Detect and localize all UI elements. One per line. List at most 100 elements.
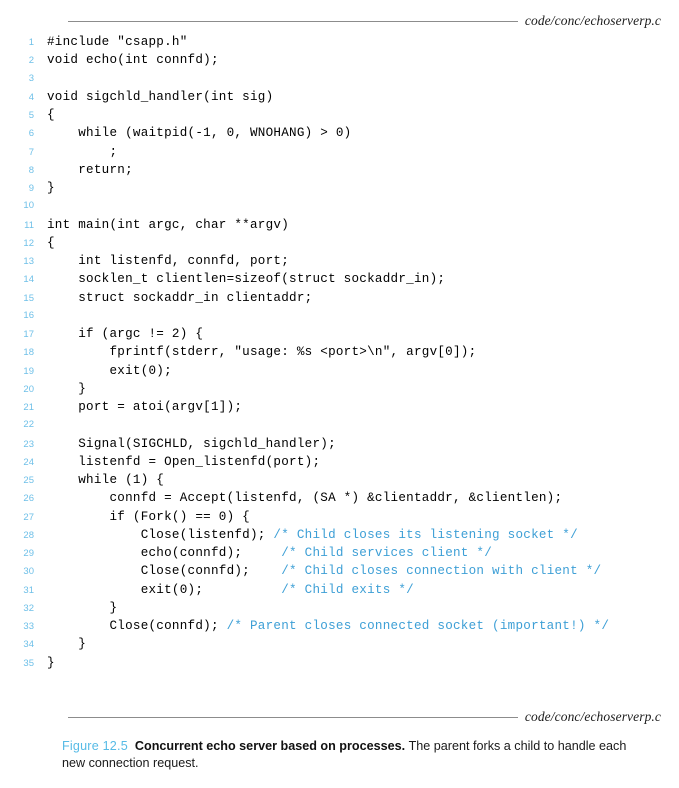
line-number: 24: [23, 456, 34, 468]
code-source: int main(int argc, char **argv): [47, 217, 290, 232]
code-source: struct sockaddr_in clientaddr;: [47, 290, 313, 305]
line-number: 1: [28, 37, 34, 48]
line-number: 13: [23, 256, 34, 267]
line-number: 6: [28, 128, 34, 140]
code-source: void sigchld_handler(int sig): [47, 89, 274, 104]
line-number: 29: [23, 548, 34, 559]
line-number: 31: [23, 584, 34, 596]
code-text: void sigchld_handler(int sig): [34, 88, 679, 106]
code-line: 3: [0, 70, 679, 88]
code-comment: /* Child closes connection with client *…: [281, 564, 602, 579]
code-line: 15 struct sockaddr_in clientaddr;: [0, 289, 679, 307]
code-line: 30 Close(connfd); /* Child closes connec…: [0, 562, 679, 580]
line-number: 28: [23, 529, 34, 541]
code-comment: /* Child services client */: [281, 546, 493, 560]
code-text: return;: [34, 161, 679, 179]
code-line: 25 while (1) {: [0, 471, 679, 489]
code-source: connfd = Accept(listenfd, (SA *) &client…: [47, 491, 563, 506]
code-source: Signal(SIGCHLD, sigchld_handler);: [47, 436, 336, 451]
horizontal-rule: [68, 716, 518, 718]
code-line: 11 int main(int argc, char **argv): [0, 216, 679, 234]
line-number: 34: [23, 639, 34, 651]
line-number: 12: [23, 237, 34, 249]
code-line: 14 socklen_t clientlen=sizeof(struct soc…: [0, 270, 679, 288]
code-text: ;: [34, 143, 679, 161]
line-number: 30: [23, 566, 34, 578]
code-text: Signal(SIGCHLD, sigchld_handler);: [34, 435, 679, 453]
source-rule-bottom: code/conc/echoserverp.c: [0, 706, 679, 728]
code-line: 6 while (waitpid(-1, 0, WNOHANG) > 0): [0, 124, 679, 142]
line-number: 19: [23, 365, 34, 377]
code-line: 9}: [0, 179, 679, 197]
line-number: 23: [23, 438, 34, 450]
source-file-label-top: code/conc/echoserverp.c: [524, 13, 661, 28]
code-text: int listenfd, connfd, port;: [34, 252, 679, 270]
code-text: echo(connfd); /* Child services client *…: [34, 544, 679, 562]
line-number: 26: [23, 493, 34, 505]
code-line: 31 exit(0); /* Child exits */: [0, 581, 679, 599]
line-number: 20: [23, 383, 34, 395]
code-text: Close(listenfd); /* Child closes its lis…: [34, 526, 679, 544]
code-source: #include "csapp.h": [47, 35, 188, 49]
code-line: 28 Close(listenfd); /* Child closes its …: [0, 526, 679, 544]
code-source: }: [47, 181, 55, 195]
code-source: exit(0);: [47, 582, 282, 597]
code-line: 29 echo(connfd); /* Child services clien…: [0, 544, 679, 562]
line-number: 32: [23, 602, 34, 614]
code-line: 34 }: [0, 635, 679, 653]
code-text: port = atoi(argv[1]);: [34, 398, 679, 416]
code-source: }: [47, 637, 87, 652]
code-text: exit(0);: [34, 362, 679, 380]
code-text: }: [34, 380, 679, 398]
code-source: int listenfd, connfd, port;: [47, 254, 290, 268]
code-line: 19 exit(0);: [0, 362, 679, 380]
code-text: while (waitpid(-1, 0, WNOHANG) > 0): [34, 124, 679, 142]
code-line: 35}: [0, 654, 679, 672]
code-listing: 1 #include "csapp.h" 2 void echo(int connfd…: [0, 33, 679, 672]
line-number: 4: [28, 91, 34, 103]
code-source: }: [47, 600, 118, 615]
code-source: Close(connfd);: [47, 619, 227, 633]
code-source: if (Fork() == 0) {: [47, 509, 250, 524]
code-source: while (waitpid(-1, 0, WNOHANG) > 0): [47, 126, 352, 141]
source-rule-top: code/conc/echoserverp.c: [0, 10, 679, 32]
line-number: 22: [23, 419, 34, 431]
line-number: 10: [23, 200, 34, 212]
line-number: 11: [24, 219, 34, 231]
code-text: listenfd = Open_listenfd(port);: [34, 453, 679, 471]
code-line: 12 {: [0, 234, 679, 252]
line-number: 2: [28, 55, 34, 67]
code-source: socklen_t clientlen=sizeof(struct sockad…: [47, 272, 446, 287]
code-text: Close(connfd); /* Child closes connectio…: [34, 562, 679, 580]
caption-title: Concurrent echo server based on processe…: [134, 739, 406, 753]
code-comment: /* Parent closes connected socket (impor…: [226, 619, 610, 633]
code-text: if (argc != 2) {: [34, 325, 679, 343]
code-line: 27 if (Fork() == 0) {: [0, 508, 679, 526]
code-line: 33 Close(connfd); /* Parent closes conne…: [0, 617, 679, 635]
line-number: 14: [23, 274, 34, 286]
code-text: struct sockaddr_in clientaddr;: [34, 289, 679, 307]
code-text: #include "csapp.h": [34, 33, 679, 51]
code-text: connfd = Accept(listenfd, (SA *) &client…: [34, 489, 679, 507]
code-line: 21 port = atoi(argv[1]);: [0, 398, 679, 416]
figure-caption: Figure 12.5 Concurrent echo server based…: [62, 738, 627, 772]
code-source: {: [47, 235, 55, 250]
code-text: fprintf(stderr, "usage: %s <port>\n", ar…: [34, 343, 679, 361]
code-source: exit(0);: [47, 363, 172, 378]
code-text: exit(0); /* Child exits */: [34, 581, 679, 599]
code-source: }: [47, 381, 87, 396]
code-comment: /* Child closes its listening socket */: [273, 527, 578, 542]
line-number: 7: [28, 146, 34, 158]
code-text: if (Fork() == 0) {: [34, 508, 679, 526]
code-text: void echo(int connfd);: [34, 51, 679, 69]
code-text: }: [34, 179, 679, 197]
code-text: while (1) {: [34, 471, 679, 489]
code-line: 5{: [0, 106, 679, 124]
code-source: {: [47, 108, 55, 122]
line-number: 21: [23, 402, 34, 413]
code-source: void echo(int connfd);: [47, 53, 219, 68]
line-number: 3: [28, 72, 34, 84]
code-line: 10: [0, 197, 679, 215]
code-text: }: [34, 599, 679, 617]
code-text: int main(int argc, char **argv): [34, 216, 679, 234]
